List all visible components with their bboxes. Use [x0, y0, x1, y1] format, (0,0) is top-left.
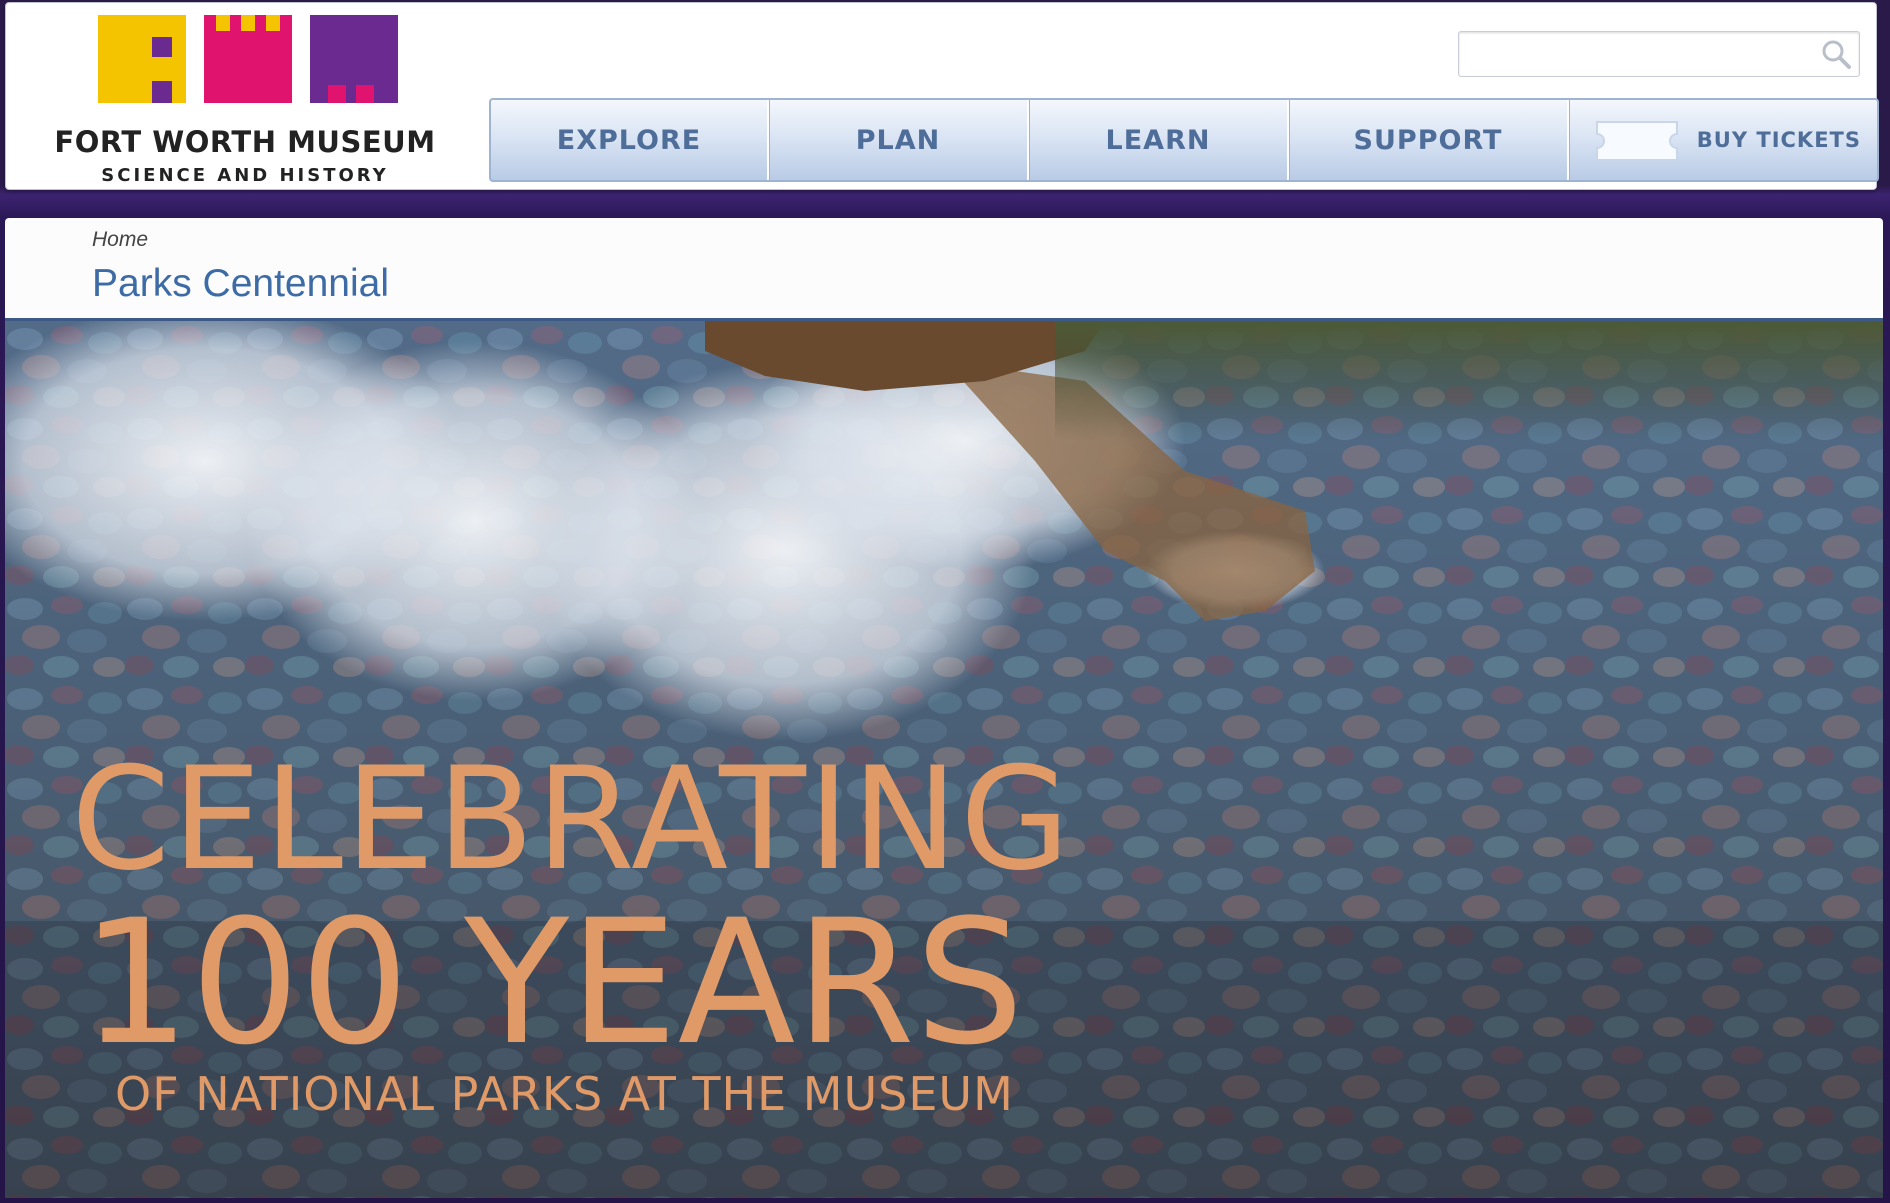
nav-support-label: SUPPORT — [1353, 124, 1503, 156]
hero-text: CELEBRATING 100 YEARS OF NATIONAL PARKS … — [5, 321, 1883, 1198]
search-icon[interactable] — [1819, 38, 1853, 70]
nav-buy-tickets[interactable]: BUY TICKETS — [1569, 100, 1877, 180]
site-header: FORT WORTH MUSEUM SCIENCE AND HISTORY EX… — [5, 2, 1879, 190]
nav-learn-label: LEARN — [1105, 124, 1211, 156]
nav-learn[interactable]: LEARN — [1029, 100, 1289, 180]
nav-support[interactable]: SUPPORT — [1289, 100, 1569, 180]
page-header: Home Parks Centennial — [5, 218, 1883, 318]
nav-plan-label: PLAN — [855, 124, 941, 156]
nav-plan[interactable]: PLAN — [769, 100, 1029, 180]
nav-buy-tickets-label: BUY TICKETS — [1696, 128, 1861, 152]
search-box — [1458, 31, 1860, 77]
hero-heading-celebrating: CELEBRATING — [71, 737, 1073, 902]
logo-blocks-icon — [98, 15, 398, 103]
main-navigation: EXPLORE PLAN LEARN SUPPORT BUY TICKETS — [489, 98, 1879, 182]
breadcrumb-home[interactable]: Home — [92, 228, 148, 252]
logo-title: FORT WORTH MUSEUM — [54, 125, 436, 159]
ticket-icon — [1596, 121, 1678, 161]
museum-logo[interactable]: FORT WORTH MUSEUM SCIENCE AND HISTORY — [50, 15, 440, 186]
nav-explore-label: EXPLORE — [556, 124, 702, 156]
logo-subtitle: SCIENCE AND HISTORY — [101, 165, 389, 186]
hero-subheading: OF NATIONAL PARKS AT THE MUSEUM — [115, 1067, 1014, 1121]
page-title: Parks Centennial — [92, 262, 389, 305]
nav-explore[interactable]: EXPLORE — [491, 100, 769, 180]
hero-heading-100-years: 100 YEARS — [81, 882, 1025, 1083]
hero-banner: CELEBRATING 100 YEARS OF NATIONAL PARKS … — [5, 318, 1883, 1198]
search-input[interactable] — [1465, 38, 1809, 70]
